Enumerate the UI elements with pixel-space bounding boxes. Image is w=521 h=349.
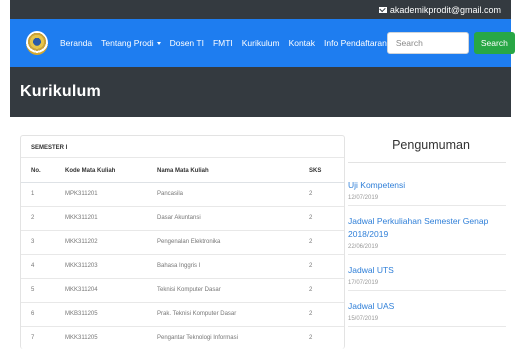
list-item: Jadwal Perkuliahan Semester Genap 2018/2… [348, 206, 506, 255]
column-header-kode: Kode Mata Kuliah [65, 158, 157, 183]
table-row: 3 MKK311202 Pengenalan Elektronika 2 [21, 230, 344, 255]
cell-no: 6 [21, 302, 65, 327]
table-row: 6 MKB311205 Prak. Teknisi Komputer Dasar… [21, 302, 344, 327]
cell-sks: 2 [309, 182, 344, 207]
page-title: Kurikulum [20, 83, 101, 100]
cell-sks: 2 [309, 206, 344, 231]
cell-no: 5 [21, 278, 65, 303]
cell-nama: Prak. Teknisi Komputer Dasar [157, 302, 309, 327]
list-item: Uji Kompetensi 12/07/2019 [348, 170, 506, 206]
nav-item-dosen-ti[interactable]: Dosen TI [170, 38, 204, 48]
cell-no: 1 [21, 182, 65, 207]
list-item: Jadwal UAS 15/07/2019 [348, 291, 506, 327]
cell-no: 2 [21, 206, 65, 231]
table-header-row: No. Kode Mata Kuliah Nama Mata Kuliah SK… [21, 158, 344, 183]
envelope-icon [378, 6, 387, 13]
announcement-list: Uji Kompetensi 12/07/2019 Jadwal Perkuli… [348, 162, 506, 327]
cell-nama: Dasar Akuntansi [157, 206, 309, 231]
cell-no: 3 [21, 230, 65, 255]
cell-kode: MPK311201 [65, 182, 157, 207]
column-header-sks: SKS [309, 158, 344, 183]
nav-menu: Beranda Tentang Prodi Dosen TI FMTI Kuri… [60, 38, 387, 48]
cell-nama: Pancasila [157, 182, 309, 207]
table-row: 7 MKK311205 Pengantar Teknologi Informas… [21, 326, 344, 349]
cell-sks: 2 [309, 230, 344, 255]
nav-item-kontak[interactable]: Kontak [289, 38, 315, 48]
list-item: Jadwal UTS 17/07/2019 [348, 255, 506, 291]
cell-nama: Bahasa Inggris I [157, 254, 309, 279]
announcement-link[interactable]: Jadwal Perkuliahan Semester Genap 2018/2… [348, 215, 506, 241]
contact-email[interactable]: akademikprodit@gmail.com [390, 5, 501, 15]
nav-item-info-pendaftaran[interactable]: Info Pendaftaran [324, 38, 387, 48]
university-seal-logo[interactable] [26, 31, 48, 55]
cell-sks: 2 [309, 302, 344, 327]
cell-kode: MKK311201 [65, 206, 157, 231]
main-navbar: Beranda Tentang Prodi Dosen TI FMTI Kuri… [10, 19, 515, 67]
cell-kode: MKB311205 [65, 302, 157, 327]
cell-kode: MKK311203 [65, 254, 157, 279]
nav-label: Tentang Prodi [101, 38, 154, 48]
nav-label: Beranda [60, 38, 93, 48]
cell-nama: Teknisi Komputer Dasar [157, 278, 309, 303]
search-form: Search [386, 32, 515, 54]
cell-kode: MKK311204 [65, 278, 157, 303]
nav-label: Kontak [288, 38, 316, 48]
curriculum-table: No. Kode Mata Kuliah Nama Mata Kuliah SK… [21, 158, 344, 349]
cell-nama: Pengenalan Elektronika [157, 230, 309, 255]
nav-label: Info Pendaftaran [324, 38, 387, 48]
nav-label: Kurikulum [241, 38, 280, 48]
search-button[interactable]: Search [473, 32, 515, 54]
chevron-down-icon [156, 41, 161, 45]
table-row: 1 MPK311201 Pancasila 2 [21, 182, 344, 207]
announcements-sidebar: Pengumuman Uji Kompetensi 12/07/2019 Jad… [348, 132, 506, 327]
column-header-nama: Nama Mata Kuliah [157, 158, 309, 183]
nav-item-tentang-prodi[interactable]: Tentang Prodi [101, 38, 161, 48]
announcement-date: 15/07/2019 [348, 316, 379, 322]
top-bar: akademikprodit@gmail.com [10, 0, 511, 19]
table-row: 4 MKK311203 Bahasa Inggris I 2 [21, 254, 344, 279]
table-row: 5 MKK311204 Teknisi Komputer Dasar 2 [21, 278, 344, 303]
announcements-heading: Pengumuman [392, 138, 470, 152]
page-header: Kurikulum [10, 67, 511, 117]
table-row: 2 MKK311201 Dasar Akuntansi 2 [21, 206, 344, 231]
nav-label: Dosen TI [169, 38, 204, 48]
nav-item-kurikulum[interactable]: Kurikulum [242, 38, 280, 48]
curriculum-card: SEMESTER I No. Kode Mata Kuliah Nama Mat… [20, 135, 345, 349]
cell-sks: 2 [309, 326, 344, 349]
cell-sks: 2 [309, 254, 344, 279]
cell-nama: Pengantar Teknologi Informasi [157, 326, 309, 349]
cell-sks: 2 [309, 278, 344, 303]
cell-kode: MKK311205 [65, 326, 157, 349]
column-header-no: No. [21, 158, 65, 183]
announcement-link[interactable]: Jadwal UTS [348, 264, 506, 277]
cell-no: 7 [21, 326, 65, 349]
cell-kode: MKK311202 [65, 230, 157, 255]
nav-item-beranda[interactable]: Beranda [60, 38, 92, 48]
announcement-link[interactable]: Uji Kompetensi [348, 179, 506, 192]
search-input[interactable] [386, 32, 469, 54]
semester-label: SEMESTER I [21, 136, 344, 158]
nav-label: FMTI [212, 38, 233, 48]
announcement-link[interactable]: Jadwal UAS [348, 300, 506, 313]
announcement-date: 17/07/2019 [348, 280, 379, 286]
cell-no: 4 [21, 254, 65, 279]
announcement-date: 22/06/2019 [348, 244, 379, 250]
nav-item-fmti[interactable]: FMTI [213, 38, 233, 48]
announcement-date: 12/07/2019 [348, 195, 379, 201]
